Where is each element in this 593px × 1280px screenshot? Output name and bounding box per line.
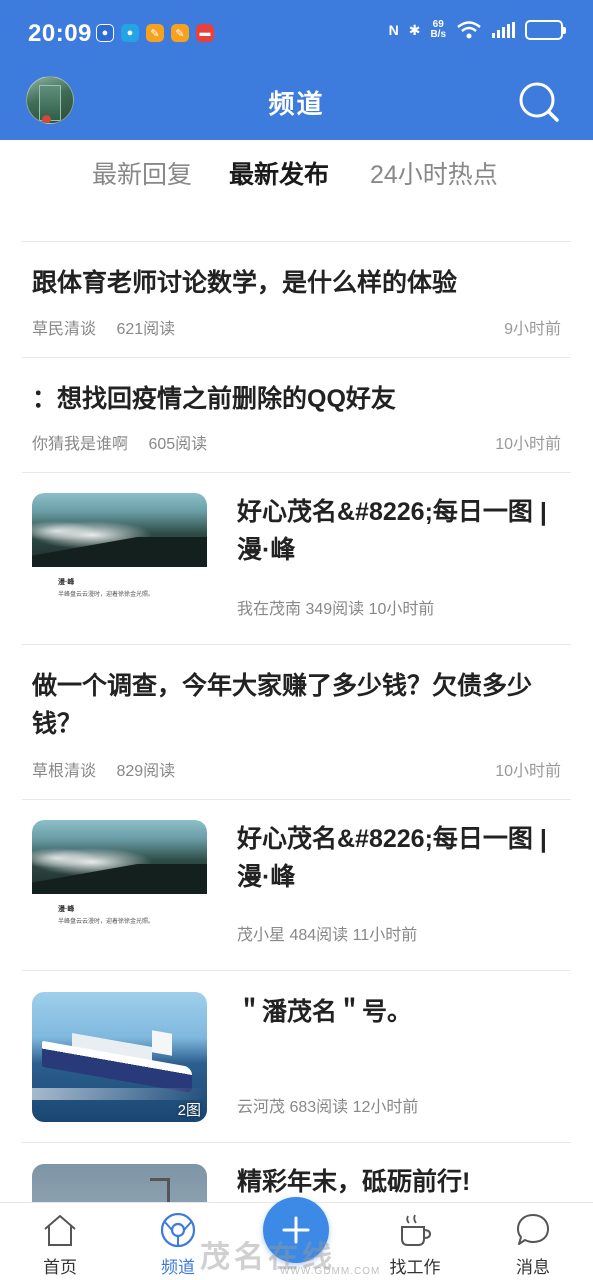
list-item[interactable]: 漫·峰 半峰盘云云漫时，迎着徐徐金光照。 好心茂名&#8226;每日一图 | 漫… xyxy=(22,472,571,644)
post-title: 好心茂名&#8226;每日一图 | 漫·峰 xyxy=(237,825,547,891)
list-item[interactable]: 做一个调查，今年大家赚了多少钱？欠债多少钱？ 草根清谈 829阅读 10小时前 xyxy=(22,644,571,799)
nav-bar: 频道 xyxy=(0,66,593,140)
post-time: 12小时前 xyxy=(352,1099,419,1116)
bluetooth-icon: ✱ xyxy=(408,21,421,38)
post-thumbnail: 漫·峰 半峰盘云云漫时，迎着徐徐金光照。 xyxy=(32,493,207,623)
post-meta: 云河茂 683阅读 12小时前 xyxy=(237,1093,561,1117)
feed-tabs: 最新回复 最新发布 24小时热点 xyxy=(0,155,593,205)
list-item[interactable]: 2图 ＂潘茂名＂号。 云河茂 683阅读 12小时前 xyxy=(22,970,571,1142)
list-item[interactable]: 跟体育老师讨论数学，是什么样的体验 草民清谈 621阅读 9小时前 xyxy=(22,241,571,357)
nav-messages[interactable]: 消息 xyxy=(493,1203,573,1278)
nav-find-job[interactable]: 找工作 xyxy=(375,1203,455,1278)
list-item[interactable]: 漫·峰 半峰盘云云漫时，迎着徐徐金光照。 好心茂名&#8226;每日一图 | 漫… xyxy=(22,799,571,970)
app-header: 20:09 ● ● ✎ ✎ ▬ N ✱ 69 B/s 频道 xyxy=(0,0,593,140)
tab-latest-reply[interactable]: 最新回复 xyxy=(92,155,192,191)
post-reads: 621阅读 xyxy=(116,321,176,338)
post-meta: 草根清谈 829阅读 10小时前 xyxy=(32,757,561,781)
post-author: 你猜我是谁啊 xyxy=(32,436,129,453)
list-item[interactable]: ：想找回疫情之前删除的QQ好友 你猜我是谁啊 605阅读 10小时前 xyxy=(22,357,571,472)
post-meta: 茂小星 484阅读 11小时前 xyxy=(237,921,561,945)
thumbnail-caption: 漫·峰 xyxy=(58,906,75,913)
nav-label: 首页 xyxy=(43,1258,77,1277)
post-reads: 829阅读 xyxy=(116,763,176,780)
post-author: 茂小星 xyxy=(237,927,286,944)
post-thumbnail xyxy=(32,1164,207,1202)
app-notification-icon: ● xyxy=(96,24,114,42)
post-title: ：想找回疫情之前删除的QQ好友 xyxy=(32,385,396,413)
home-icon xyxy=(44,1215,76,1246)
post-meta: 你猜我是谁啊 605阅读 10小时前 xyxy=(32,430,561,454)
post-author: 云河茂 xyxy=(237,1099,286,1116)
post-title: ＂潘茂名＂号。 xyxy=(237,998,413,1026)
post-time: 11小时前 xyxy=(352,927,418,944)
post-time: 10小时前 xyxy=(368,601,435,618)
image-count-badge: 2图 xyxy=(177,1102,201,1119)
message-bubble-icon xyxy=(517,1214,549,1245)
thumbnail-caption: 半峰盘云云漫时，迎着徐徐金光照。 xyxy=(58,592,155,598)
status-bar: 20:09 ● ● ✎ ✎ ▬ N ✱ 69 B/s xyxy=(0,0,593,66)
post-reads: 683阅读 xyxy=(289,1099,349,1116)
battery-icon xyxy=(525,20,566,40)
network-speed: 69 B/s xyxy=(430,19,446,40)
nav-home[interactable]: 首页 xyxy=(20,1203,100,1278)
status-right: N ✱ 69 B/s xyxy=(388,19,566,40)
coffee-cup-icon xyxy=(401,1214,432,1246)
thumbnail-caption: 半峰盘云云漫时，迎着徐徐金光照。 xyxy=(58,919,155,925)
list-item[interactable]: 精彩年末，砥砺前行! xyxy=(22,1142,571,1202)
nav-label: 找工作 xyxy=(389,1258,441,1277)
post-time: 10小时前 xyxy=(495,436,561,453)
post-time: 10小时前 xyxy=(495,763,561,780)
app-notification-icon: ✎ xyxy=(171,24,189,42)
thumbnail-caption: 漫·峰 xyxy=(58,579,75,586)
nfc-icon: N xyxy=(388,22,399,38)
post-author: 草民清谈 xyxy=(32,321,97,338)
notification-icons: ● ● ✎ ✎ ▬ xyxy=(96,24,214,42)
signal-icon xyxy=(492,22,515,38)
post-author: 草根清谈 xyxy=(32,763,97,780)
app-notification-icon: ▬ xyxy=(196,24,214,42)
post-meta: 草民清谈 621阅读 9小时前 xyxy=(32,315,561,339)
post-thumbnail: 2图 xyxy=(32,992,207,1122)
nav-label: 消息 xyxy=(516,1258,550,1277)
post-time: 9小时前 xyxy=(504,321,561,338)
post-title: 精彩年末，砥砺前行! xyxy=(237,1168,471,1196)
channel-icon xyxy=(160,1212,196,1248)
status-time: 20:09 xyxy=(28,20,92,47)
post-reads: 605阅读 xyxy=(148,436,208,453)
post-thumbnail: 漫·峰 半峰盘云云漫时，迎着徐徐金光照。 xyxy=(32,820,207,950)
post-title: 做一个调查，今年大家赚了多少钱？欠债多少钱？ xyxy=(32,672,533,738)
post-author: 我在茂南 xyxy=(237,601,302,618)
wifi-icon xyxy=(457,21,481,39)
tab-latest-post[interactable]: 最新发布 xyxy=(229,155,329,191)
watermark-url: WWW.GDMM.COM xyxy=(280,1266,381,1277)
search-icon[interactable] xyxy=(517,80,561,124)
tab-24h-hot[interactable]: 24小时热点 xyxy=(370,155,498,191)
post-reads: 484阅读 xyxy=(289,927,349,944)
post-title: 跟体育老师讨论数学，是什么样的体验 xyxy=(32,269,458,297)
post-title: 好心茂名&#8226;每日一图 | 漫·峰 xyxy=(237,498,547,564)
post-reads: 349阅读 xyxy=(305,601,365,618)
post-meta: 我在茂南 349阅读 10小时前 xyxy=(237,595,561,619)
page-title: 频道 xyxy=(268,89,325,119)
app-notification-icon: ✎ xyxy=(146,24,164,42)
chat-notification-icon: ● xyxy=(121,24,139,42)
